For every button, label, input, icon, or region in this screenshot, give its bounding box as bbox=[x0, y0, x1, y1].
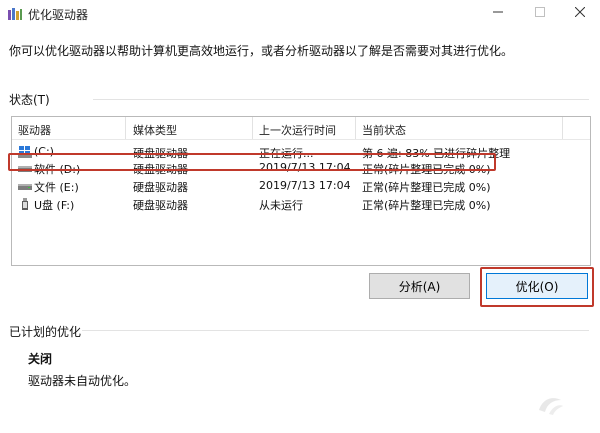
column-drive[interactable]: 驱动器 bbox=[18, 122, 51, 138]
media-type: 硬盘驱动器 bbox=[133, 199, 188, 212]
scheduled-description: 驱动器未自动优化。 bbox=[28, 374, 137, 388]
column-last-run[interactable]: 上一次运行时间 bbox=[259, 122, 336, 138]
drive-name: U盘 (F:) bbox=[34, 199, 75, 212]
column-separator[interactable] bbox=[125, 117, 126, 139]
window-title: 优化驱动器 bbox=[28, 8, 89, 22]
drive-status: 正常(碎片整理已完成 0%) bbox=[362, 181, 491, 194]
drive-list[interactable]: 驱动器 媒体类型 上一次运行时间 当前状态 (C:) 硬盘驱动器 正在运行...… bbox=[11, 116, 591, 266]
scheduled-divider bbox=[82, 330, 589, 331]
column-status[interactable]: 当前状态 bbox=[362, 122, 406, 138]
close-button[interactable] bbox=[560, 0, 600, 28]
minimize-button[interactable] bbox=[478, 0, 518, 28]
watermark-logo-icon bbox=[539, 398, 563, 415]
drive-status: 正常(碎片整理已完成 0%) bbox=[362, 199, 491, 212]
column-separator[interactable] bbox=[355, 117, 356, 139]
list-row-e[interactable]: 文件 (E:) 硬盘驱动器 2019/7/13 17:04 正常(碎片整理已完成… bbox=[12, 177, 590, 195]
analyze-button[interactable]: 分析(A) bbox=[369, 273, 470, 299]
status-section-label: 状态(T) bbox=[9, 93, 50, 107]
hard-drive-icon bbox=[18, 184, 32, 190]
close-icon bbox=[574, 6, 586, 18]
last-run: 2019/7/13 17:04 bbox=[259, 179, 351, 192]
usb-drive-icon bbox=[22, 198, 28, 210]
status-divider bbox=[93, 99, 589, 100]
maximize-button[interactable] bbox=[520, 0, 560, 28]
column-separator[interactable] bbox=[252, 117, 253, 139]
optimize-button[interactable]: 优化(O) bbox=[486, 273, 588, 299]
column-separator[interactable] bbox=[562, 117, 563, 139]
last-run: 从未运行 bbox=[259, 199, 303, 212]
scheduled-state: 关闭 bbox=[28, 352, 53, 366]
intro-text: 你可以优化驱动器以帮助计算机更高效地运行，或者分析驱动器以了解是否需要对其进行优… bbox=[9, 44, 514, 58]
maximize-icon bbox=[535, 7, 545, 17]
row-highlight-box bbox=[8, 153, 496, 171]
list-row-f[interactable]: U盘 (F:) 硬盘驱动器 从未运行 正常(碎片整理已完成 0%) bbox=[12, 195, 590, 213]
media-type: 硬盘驱动器 bbox=[133, 181, 188, 194]
column-media-type[interactable]: 媒体类型 bbox=[133, 122, 177, 138]
defrag-app-icon bbox=[8, 8, 22, 20]
list-header: 驱动器 媒体类型 上一次运行时间 当前状态 bbox=[12, 117, 590, 140]
title-bar: 优化驱动器 bbox=[0, 0, 600, 28]
scheduled-section-label: 已计划的优化 bbox=[9, 325, 82, 339]
drive-name: 文件 (E:) bbox=[34, 181, 79, 194]
minimize-icon bbox=[493, 11, 503, 13]
